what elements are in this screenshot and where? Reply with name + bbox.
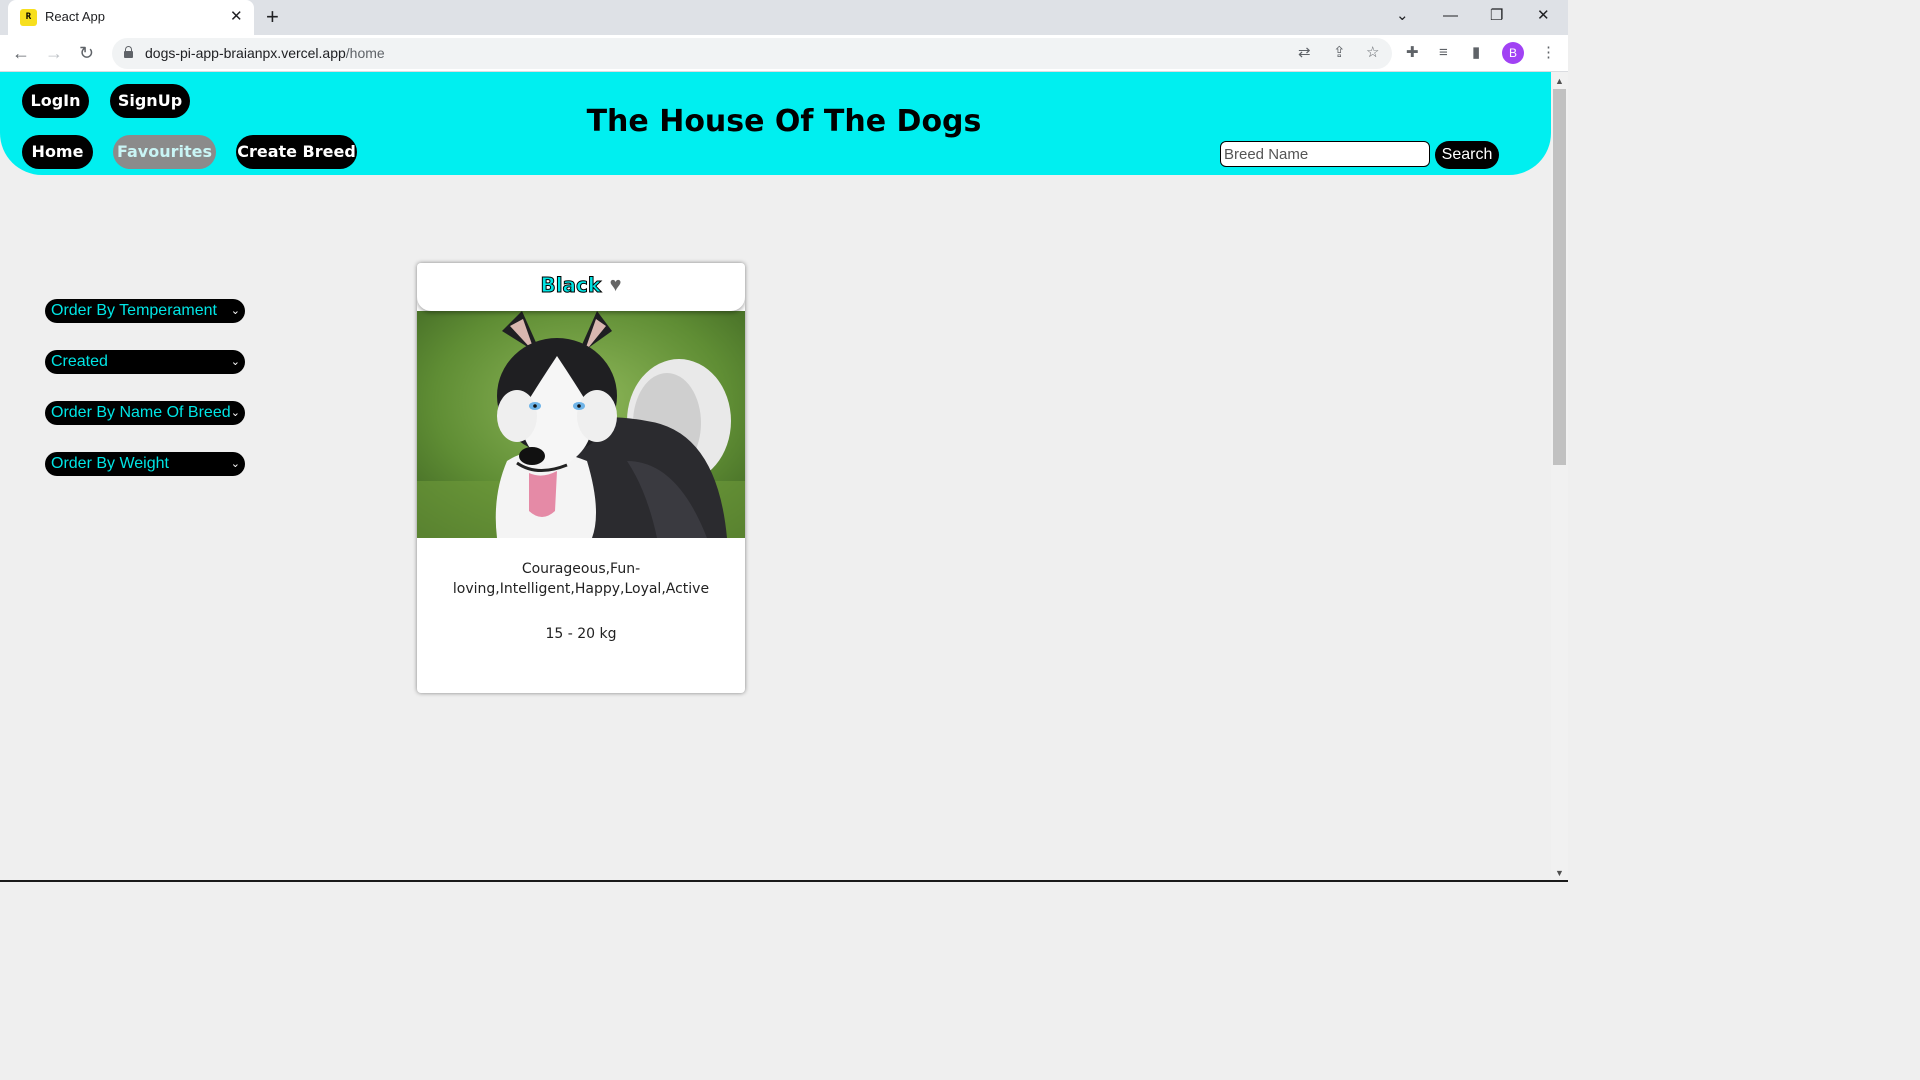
translate-icon[interactable]: ⇄ [1298, 44, 1311, 62]
restore-icon[interactable]: ❐ [1490, 6, 1503, 26]
card-header: Black ♥ [417, 263, 745, 311]
page-title: The House Of The Dogs [586, 104, 982, 139]
chevron-down-icon: ⌄ [230, 305, 240, 317]
reload-icon[interactable]: ↻ [79, 42, 94, 64]
signup-button[interactable]: SignUp [110, 84, 190, 118]
profile-avatar[interactable]: B [1502, 42, 1524, 64]
weight-text: 15 - 20 kg [545, 626, 617, 642]
reading-list-icon[interactable]: ≡ [1439, 43, 1448, 63]
scroll-up-icon[interactable]: ▲ [1555, 76, 1564, 86]
tab-title: React App [45, 9, 105, 24]
chevron-down-icon: ⌄ [230, 407, 240, 419]
breed-search-input[interactable] [1220, 141, 1430, 167]
lock-icon [124, 46, 133, 58]
login-button[interactable]: LogIn [22, 84, 89, 118]
search-button[interactable]: Search [1435, 141, 1499, 169]
husky-dog-image [417, 311, 745, 538]
share-icon[interactable]: ⇪ [1333, 44, 1346, 62]
order-by-weight-select[interactable]: Order By Weight ⌄ [45, 452, 245, 476]
create-breed-button[interactable]: Create Breed [236, 135, 357, 169]
page-scrollbar[interactable]: ▲ ▼ [1551, 72, 1568, 880]
chevron-down-icon: ⌄ [230, 356, 240, 368]
tab-search-icon[interactable]: ⌄ [1396, 6, 1409, 26]
breed-name[interactable]: Black [540, 273, 602, 298]
select-label: Order By Temperament [51, 302, 217, 319]
chevron-down-icon: ⌄ [230, 458, 240, 470]
extensions-icon[interactable]: ✚ [1406, 43, 1419, 63]
select-label: Created [51, 353, 108, 370]
favourites-button[interactable]: Favourites [113, 135, 216, 169]
order-by-name-select[interactable]: Order By Name Of Breed ⌄ [45, 401, 245, 425]
created-select[interactable]: Created ⌄ [45, 350, 245, 374]
new-tab-icon[interactable]: + [266, 4, 279, 30]
select-label: Order By Weight [51, 455, 169, 472]
menu-kebab-icon[interactable]: ⋮ [1541, 43, 1556, 63]
address-bar[interactable]: dogs-pi-app-braianpx.vercel.app/home ⇄ ⇪… [112, 38, 1392, 69]
bottom-border [0, 880, 1568, 882]
browser-tabstrip: R React App ✕ + ⌄ — ❐ ✕ [0, 0, 1568, 35]
dog-card[interactable]: Black ♥ Courageous,Fun-loving,Intelligen… [417, 263, 745, 693]
side-panel-icon[interactable]: ▮ [1472, 43, 1480, 63]
forward-icon[interactable]: → [45, 42, 63, 64]
close-window-icon[interactable]: ✕ [1537, 6, 1550, 26]
minimize-icon[interactable]: — [1443, 6, 1458, 26]
scrollbar-thumb[interactable] [1553, 89, 1566, 465]
browser-tab[interactable]: R React App ✕ [8, 0, 254, 35]
url-text[interactable]: dogs-pi-app-braianpx.vercel.app/home [145, 45, 385, 61]
favicon-icon: R [20, 9, 37, 26]
select-label: Order By Name Of Breed [51, 404, 231, 421]
order-by-temperament-select[interactable]: Order By Temperament ⌄ [45, 299, 245, 323]
page-viewport: LogIn SignUp Home Favourites Create Bree… [0, 72, 1551, 880]
site-header: LogIn SignUp Home Favourites Create Bree… [0, 72, 1551, 175]
back-icon[interactable]: ← [12, 42, 30, 64]
home-button[interactable]: Home [22, 135, 93, 169]
browser-toolbar: ← → ↻ dogs-pi-app-braianpx.vercel.app/ho… [0, 35, 1568, 72]
favourite-heart-icon[interactable]: ♥ [610, 274, 622, 297]
bookmark-star-icon[interactable]: ☆ [1366, 44, 1379, 62]
temperament-text: Courageous,Fun-loving,Intelligent,Happy,… [452, 561, 710, 597]
scroll-down-icon[interactable]: ▼ [1555, 868, 1564, 878]
close-tab-icon[interactable]: ✕ [230, 8, 243, 26]
